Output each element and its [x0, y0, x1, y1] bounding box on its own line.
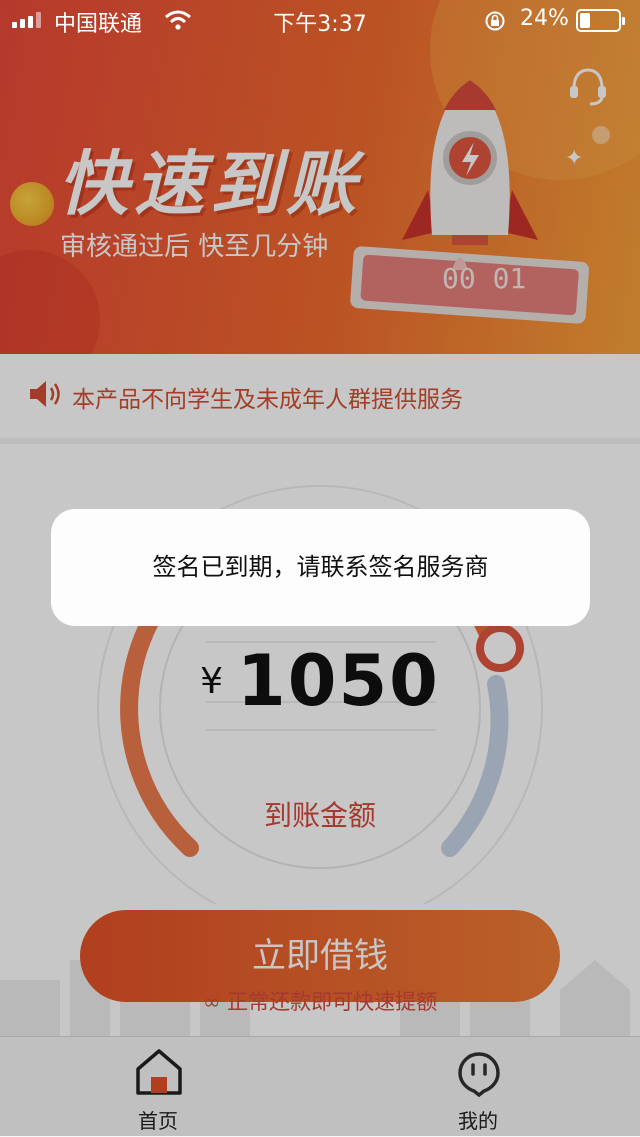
battery-percent: 24%	[520, 6, 569, 31]
rotation-lock-icon	[485, 11, 505, 31]
toast-message: 签名已到期，请联系签名服务商	[51, 509, 590, 626]
status-bar: 中国联通 下午3:37 24%	[0, 0, 640, 40]
battery-icon	[576, 9, 625, 32]
